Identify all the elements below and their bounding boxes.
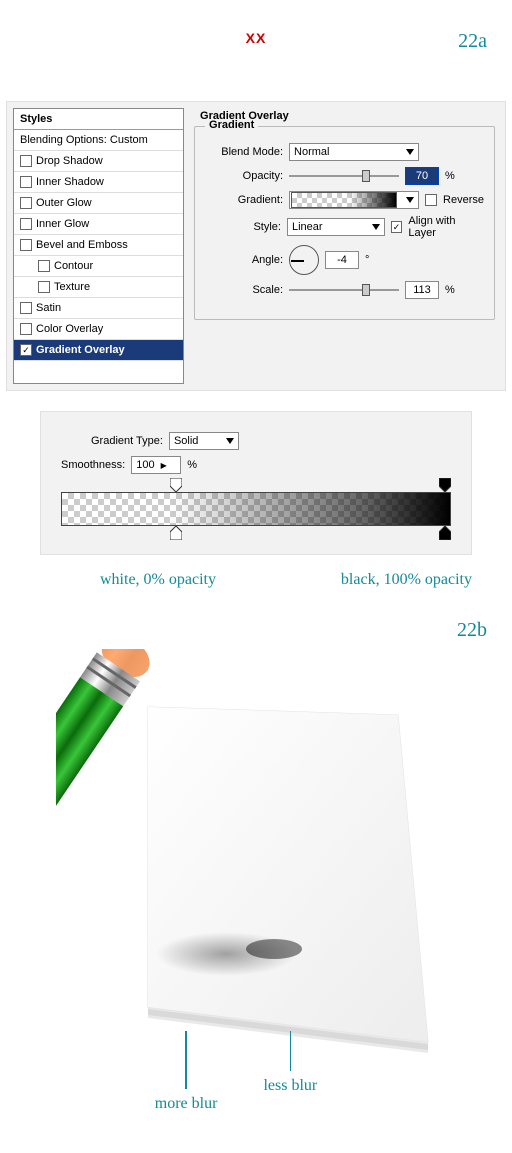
contour-checkbox[interactable] [38,260,50,272]
opacity-unit: % [445,170,455,182]
opacity-input[interactable]: 70 [405,167,439,185]
blend-mode-dropdown[interactable]: Normal [289,143,419,161]
outer-glow-checkbox[interactable] [20,197,32,209]
reverse-label: Reverse [443,194,484,206]
gradient-preview [291,192,397,208]
more-blur-label: more blur [155,1095,218,1112]
gradient-overlay-row[interactable]: Gradient Overlay [14,340,183,361]
texture-label: Texture [54,281,90,293]
blending-options-row[interactable]: Blending Options: Custom [14,130,183,151]
annotation-white: white, 0% opacity [100,571,216,589]
style-value: Linear [292,221,323,233]
opacity-slider-thumb[interactable] [362,170,370,182]
color-stop-right[interactable] [439,526,451,540]
annotation-line [290,1031,292,1071]
blending-options-label: Blending Options: Custom [20,134,148,146]
satin-row[interactable]: Satin [14,298,183,319]
gradient-legend: Gradient [205,119,258,131]
texture-row[interactable]: Texture [14,277,183,298]
texture-checkbox[interactable] [38,281,50,293]
gradient-type-dropdown[interactable]: Solid [169,432,239,450]
style-label: Style: [205,221,281,233]
align-label: Align with Layer [408,215,484,239]
gradient-bar[interactable] [61,492,451,526]
angle-dial[interactable] [289,245,319,275]
step-label-22b: 22b [457,619,487,642]
gradient-bar-wrap [61,492,451,526]
angle-input[interactable]: -4 [325,251,359,269]
gradient-overlay-label: Gradient Overlay [36,344,125,356]
satin-checkbox[interactable] [20,302,32,314]
top-red-mark: XX [0,0,512,46]
scale-label: Scale: [205,284,283,296]
drop-shadow-checkbox[interactable] [20,155,32,167]
blend-mode-label: Blend Mode: [205,146,283,158]
bevel-checkbox[interactable] [20,239,32,251]
satin-label: Satin [36,302,61,314]
scale-unit: % [445,284,455,296]
smoothness-input[interactable]: 100 ▶ [131,456,181,474]
opacity-label: Opacity: [205,170,283,182]
contour-row[interactable]: Contour [14,256,183,277]
gradient-overlay-checkbox[interactable] [20,344,32,356]
align-checkbox[interactable] [391,221,403,233]
chevron-down-icon [372,224,380,230]
reverse-checkbox[interactable] [425,194,437,206]
inner-shadow-checkbox[interactable] [20,176,32,188]
gradient-type-value: Solid [174,435,198,447]
inner-shadow-row[interactable]: Inner Shadow [14,172,183,193]
style-dropdown[interactable]: Linear [287,218,385,236]
annotation-more-blur: more blur [155,1031,218,1113]
contour-label: Contour [54,260,93,272]
annotation-line [185,1031,187,1089]
step-label-22a: 22a [458,30,487,53]
bevel-row[interactable]: Bevel and Emboss [14,235,183,256]
opacity-stop-left[interactable] [170,478,182,492]
pencil-illustration [0,619,512,1059]
outer-glow-row[interactable]: Outer Glow [14,193,183,214]
gradient-editor: Gradient Type: Solid Smoothness: 100 ▶ % [40,411,472,555]
gradient-overlay-panel: Gradient Overlay Gradient Blend Mode: No… [184,102,505,390]
smoothness-label: Smoothness: [61,459,125,471]
gradient-picker[interactable] [289,191,419,209]
angle-unit: ° [365,254,369,266]
scale-input[interactable]: 113 [405,281,439,299]
color-stop-left[interactable] [170,526,182,540]
angle-label: Angle: [205,254,283,266]
inner-glow-row[interactable]: Inner Glow [14,214,183,235]
styles-list: Styles Blending Options: Custom Drop Sha… [13,108,184,384]
less-blur-label: less blur [263,1077,317,1094]
chevron-down-icon [226,438,234,444]
inner-glow-label: Inner Glow [36,218,89,230]
drop-shadow-row[interactable]: Drop Shadow [14,151,183,172]
scale-slider-thumb[interactable] [362,284,370,296]
gradient-fieldset: Gradient Blend Mode: Normal Opacity: 70 … [194,126,495,320]
smoothness-value: 100 [136,459,154,471]
color-overlay-checkbox[interactable] [20,323,32,335]
annotation-black: black, 100% opacity [341,571,472,589]
color-overlay-row[interactable]: Color Overlay [14,319,183,340]
annotation-less-blur: less blur [263,1031,317,1113]
inner-shadow-label: Inner Shadow [36,176,104,188]
gradient-annotations: white, 0% opacity black, 100% opacity [0,565,512,589]
color-overlay-label: Color Overlay [36,323,103,335]
smoothness-unit: % [187,459,197,471]
gradient-type-label: Gradient Type: [91,435,163,447]
inner-glow-checkbox[interactable] [20,218,32,230]
outer-glow-label: Outer Glow [36,197,92,209]
blend-mode-value: Normal [294,146,329,158]
bevel-label: Bevel and Emboss [36,239,128,251]
styles-header: Styles [14,109,183,130]
opacity-slider[interactable] [289,175,399,177]
layer-style-dialog: Styles Blending Options: Custom Drop Sha… [6,101,506,391]
gradient-label: Gradient: [205,194,283,206]
opacity-stop-right[interactable] [439,478,451,492]
scale-slider[interactable] [289,289,399,291]
blur-annotations: more blur less blur [0,1031,492,1113]
drop-shadow-label: Drop Shadow [36,155,103,167]
chevron-down-icon [406,149,414,155]
chevron-down-icon [406,197,414,203]
